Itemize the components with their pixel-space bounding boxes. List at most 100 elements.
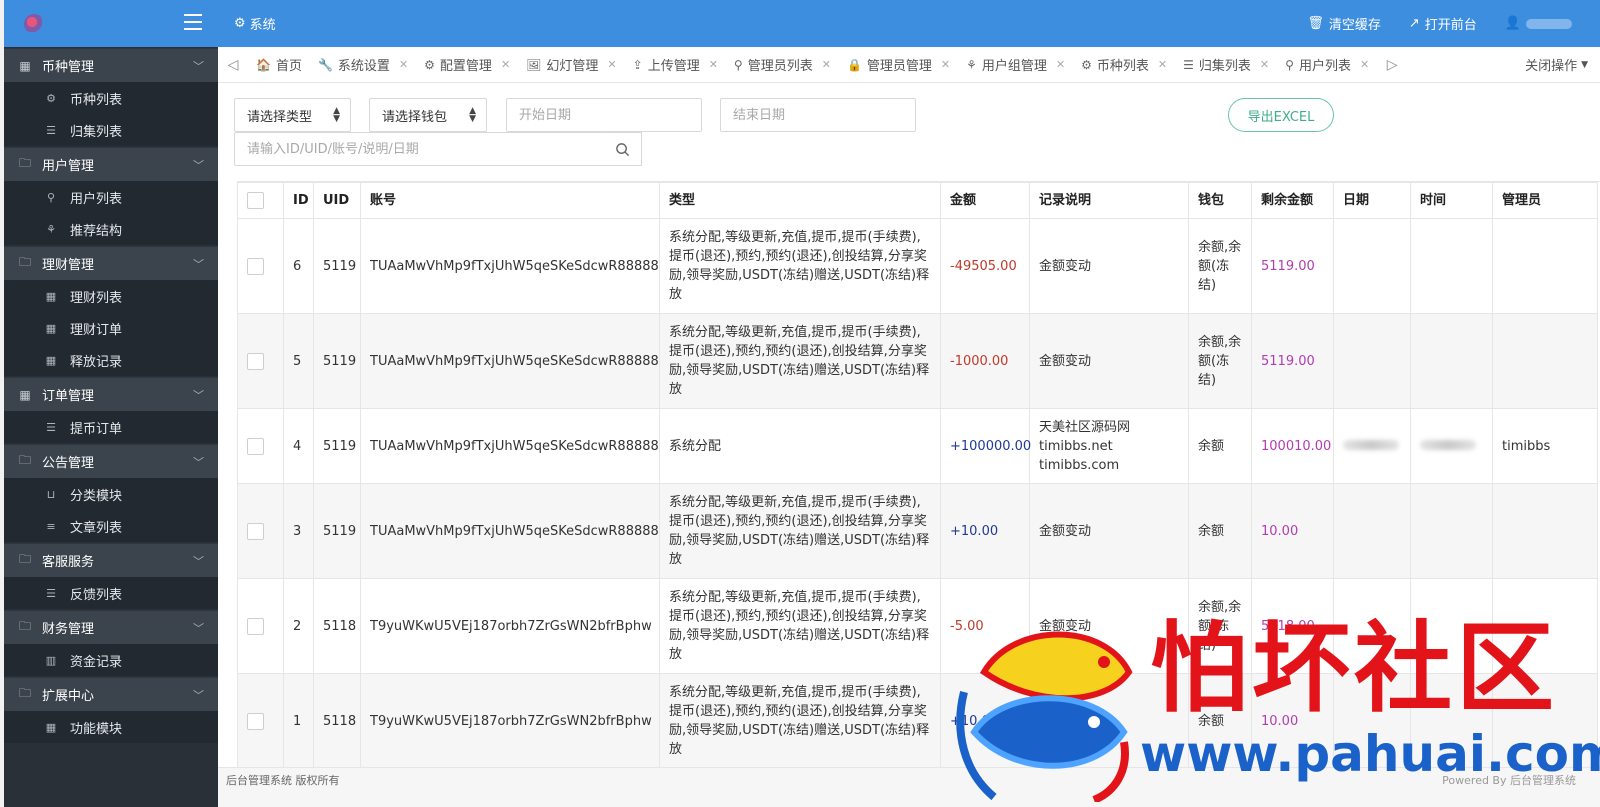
tab-0[interactable]: 🏠 首页 [248,47,310,83]
chevron-down-icon: ﹀ [193,158,204,172]
sidebar-nav: ▦ 币种管理 ﹀ ⚙ 币种列表 ☰ 归集列表 🗀 用户管理 ﹀ ⚲ 用户列表 ⚘ 推荐结构 🗀 理财管理 ﹀ ▦ 理… [4,48,218,743]
row-select-cell [237,218,284,314]
cell-note: 金额变动 [1029,673,1189,767]
cell-type: 系统分配,等级更新,充值,提币,提币(手续费),提币(退还),预约,预约(退还)… [659,313,941,409]
cell-type: 系统分配,等级更新,充值,提币,提币(手续费),提币(退还),预约,预约(退还)… [659,483,941,579]
chevron-down-icon: ﹀ [193,455,204,469]
row-checkbox[interactable] [247,437,264,455]
tab-3[interactable]: 🖼 幻灯管理 ✕ [518,47,624,83]
tab-5[interactable]: ⚲ 管理员列表 ✕ [726,47,839,83]
start-date-input[interactable] [506,98,702,132]
close-icon[interactable]: ✕ [709,58,718,71]
sidebar-group-1[interactable]: 🗀 用户管理 ﹀ [4,147,218,181]
column-header: 时间 [1410,182,1493,219]
close-icon[interactable]: ✕ [501,58,510,71]
row-checkbox[interactable] [247,257,264,275]
sidebar-item-6-0[interactable]: ▥ 资金记录 [4,644,218,676]
sidebar-group-6[interactable]: 🗀 财务管理 ﹀ [4,610,218,644]
sidebar-item-1-0[interactable]: ⚲ 用户列表 [4,181,218,213]
export-excel-button[interactable]: 导出EXCEL [1228,98,1334,132]
close-icon[interactable]: ✕ [941,58,950,71]
sidebar-item-0-1[interactable]: ☰ 归集列表 [4,114,218,146]
sidebar-group-5[interactable]: 🗀 客服服务 ﹀ [4,543,218,577]
sidebar-item-2-2[interactable]: ▦ 释放记录 [4,344,218,376]
tab-10[interactable]: ⚲ 用户列表 ✕ [1277,47,1377,83]
logo-icon[interactable] [24,13,44,34]
sidebar-item-label: 理财列表 [70,290,123,306]
sidebar-group-3[interactable]: ▦ 订单管理 ﹀ [4,377,218,411]
cell-wallet: 余额 [1188,673,1252,767]
row-checkbox[interactable] [247,617,264,635]
cell-time [1410,218,1493,314]
wallet-select[interactable]: 请选择钱包 ▲ ▼ [369,98,487,132]
tab-7[interactable]: ⚘ 用户组管理 ✕ [958,47,1073,83]
tab-8[interactable]: ⚙ 币种列表 ✕ [1073,47,1175,83]
tab-label: 管理员管理 [866,59,932,74]
clear-cache-button[interactable]: 🗑 清空缓存 [1307,14,1381,33]
close-icon[interactable]: ✕ [822,58,831,71]
row-checkbox[interactable] [247,522,264,540]
tab-4[interactable]: ⇪ 上传管理 ✕ [625,47,726,83]
sidebar-group-label: 理财管理 [42,258,95,273]
tab-icon: 🏠 [256,57,271,72]
close-icon[interactable]: ✕ [1260,58,1269,71]
row-checkbox[interactable] [247,352,264,370]
sidebar-item-2-0[interactable]: ▦ 理财列表 [4,280,218,312]
tab-1[interactable]: 🔧 系统设置 ✕ [310,47,416,83]
sidebar-group-4[interactable]: 🗀 公告管理 ﹀ [4,444,218,478]
cell-account: TUAaMwVhMp9fTxjUhW5qeSKeSdcwR88888 [360,483,660,579]
tab-2[interactable]: ⚙ 配置管理 ✕ [416,47,518,83]
close-icon[interactable]: ✕ [1360,58,1369,71]
table-row: 6 5119 TUAaMwVhMp9fTxjUhW5qeSKeSdcwR88888 系… [237,218,1598,314]
cell-id: 2 [283,578,314,674]
select-all-checkbox[interactable] [247,192,264,209]
sidebar-item-5-0[interactable]: ☰ 反馈列表 [4,577,218,609]
sidebar-item-3-0[interactable]: ☰ 提币订单 [4,411,218,443]
sidebar-group-0[interactable]: ▦ 币种管理 ﹀ [4,48,218,82]
close-icon[interactable]: ✕ [1158,58,1167,71]
sidebar-item-7-0[interactable]: ▦ 功能模块 [4,711,218,743]
menu-toggle-icon[interactable] [184,14,202,30]
tab-label: 归集列表 [1198,59,1251,74]
username-blurred [1526,18,1572,29]
sidebar-group-7[interactable]: 🗀 扩展中心 ﹀ [4,677,218,711]
table-row: 4 5119 TUAaMwVhMp9fTxjUhW5qeSKeSdcwR88888 系… [237,408,1598,484]
close-icon[interactable]: ✕ [399,58,408,71]
section-title[interactable]: ⚙ 系统 [234,14,276,33]
sitemap-icon: ⚘ [46,222,56,236]
open-frontend-button[interactable]: ↗ 打开前台 [1409,14,1477,33]
sidebar-item-2-1[interactable]: ▦ 理财订单 [4,312,218,344]
user-menu[interactable]: 👤 [1505,16,1572,31]
close-icon[interactable]: ✕ [1056,58,1065,71]
cell-remain: 100010.00 [1251,408,1334,484]
tab-6[interactable]: 🔒 管理员管理 ✕ [839,47,958,83]
cell-wallet: 余额 [1188,408,1252,484]
search-button[interactable] [604,132,642,166]
cell-wallet: 余额,余额(冻结) [1188,578,1252,674]
sidebar-group-2[interactable]: 🗀 理财管理 ﹀ [4,246,218,280]
tab-scroll-left-icon[interactable]: ◁ [218,57,248,73]
row-checkbox[interactable] [247,712,264,730]
type-select[interactable]: 请选择类型 ▲ ▼ [234,98,351,132]
tab-icon: ⚘ [966,57,977,72]
sidebar-item-4-0[interactable]: ⊔ 分类模块 [4,478,218,510]
filter-bar: 请选择类型 ▲▼ 请选择钱包 ▲▼ 导出EXCEL [234,98,1354,168]
tab-scroll-right-icon[interactable]: ▷ [1377,57,1407,73]
sidebar-item-label: 币种列表 [70,92,123,108]
end-date-input[interactable] [720,98,916,132]
search-input[interactable] [234,132,605,166]
column-header: ID [283,182,314,219]
barcode-icon: ▥ [45,653,57,667]
table-header-row: ID UID 账号 类型 金额 记录说明 钱包 剩余金额 日期 时间 管理员 [237,182,1598,219]
sidebar-item-label: 归集列表 [70,124,123,140]
sidebar-item-1-1[interactable]: ⚘ 推荐结构 [4,213,218,245]
sidebar-item-0-0[interactable]: ⚙ 币种列表 [4,82,218,114]
sidebar-item-4-1[interactable]: ≡ 文章列表 [4,510,218,542]
grid-icon: ▦ [19,387,31,402]
column-header: 日期 [1333,182,1411,219]
cell-amount: +10.00 [940,483,1030,579]
close-ops-dropdown[interactable]: 关闭操作 ▼ [1525,55,1600,74]
sidebar-group-label: 公告管理 [42,456,95,471]
tab-9[interactable]: ☰ 归集列表 ✕ [1175,47,1277,83]
close-icon[interactable]: ✕ [607,58,616,71]
